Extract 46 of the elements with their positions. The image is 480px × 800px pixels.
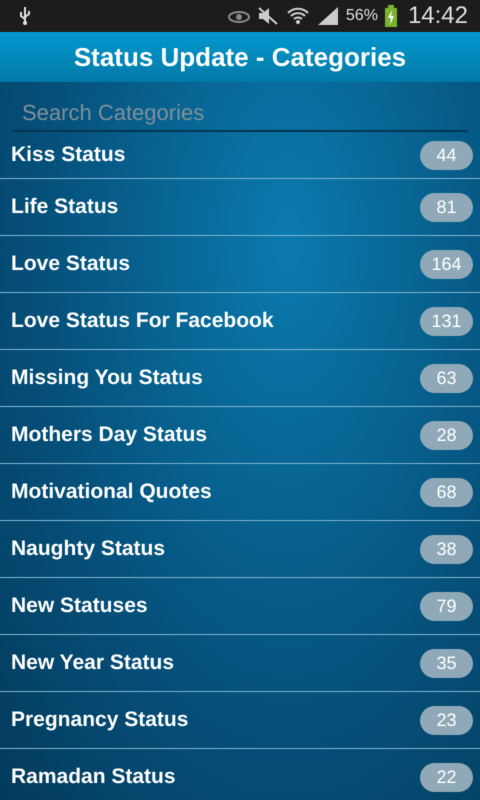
count-badge: 79: [420, 592, 473, 620]
count-badge: 63: [420, 364, 473, 392]
battery-percent: 56%: [346, 7, 378, 25]
category-item[interactable]: New Statuses 79: [0, 578, 480, 635]
category-item[interactable]: Love Status 164: [0, 236, 480, 293]
category-name: Missing You Status: [11, 366, 203, 390]
count-badge: 164: [420, 250, 473, 278]
battery-charging-icon: [384, 5, 397, 27]
category-name: Motivational Quotes: [11, 480, 212, 504]
category-item[interactable]: Ramadan Status 22: [0, 749, 480, 800]
count-badge: 81: [420, 192, 473, 222]
category-name: Love Status: [11, 252, 130, 276]
category-name: Kiss Status: [11, 143, 126, 167]
category-name: Mothers Day Status: [11, 423, 208, 447]
usb-icon: [18, 6, 32, 26]
count-badge: 28: [420, 420, 473, 450]
count-badge: 23: [420, 706, 473, 734]
category-name: New Year Status: [11, 651, 174, 675]
count-badge: 22: [420, 762, 473, 792]
category-item[interactable]: Missing You Status 63: [0, 350, 480, 407]
category-name: Love Status For Facebook: [11, 309, 274, 333]
count-badge: 68: [420, 478, 473, 506]
app-title: Status Update - Categories: [74, 42, 406, 72]
category-item[interactable]: Motivational Quotes 68: [0, 464, 480, 521]
category-item[interactable]: Kiss Status 44: [0, 136, 480, 179]
count-badge: 35: [420, 648, 473, 678]
category-item[interactable]: Love Status For Facebook 131: [0, 293, 480, 350]
category-item[interactable]: Pregnancy Status 23: [0, 692, 480, 749]
category-name: Ramadan Status: [11, 765, 176, 789]
category-item[interactable]: Mothers Day Status 28: [0, 407, 480, 464]
category-item[interactable]: Naughty Status 38: [0, 521, 480, 578]
category-name: Life Status: [11, 195, 118, 219]
category-name: New Statuses: [11, 594, 148, 618]
category-name: Naughty Status: [11, 537, 166, 561]
mute-icon: [256, 6, 279, 26]
count-badge: 44: [420, 140, 473, 170]
wifi-icon: [286, 6, 310, 26]
signal-icon: [316, 6, 339, 26]
category-item[interactable]: Life Status 81: [0, 179, 480, 236]
clock-time: 14:42: [408, 2, 468, 30]
category-item[interactable]: New Year Status 35: [0, 635, 480, 692]
category-name: Pregnancy Status: [11, 708, 188, 732]
search-field[interactable]: Search Categories: [12, 96, 468, 132]
count-badge: 38: [420, 534, 473, 564]
eye-icon: [228, 9, 250, 23]
count-badge: 131: [420, 306, 473, 336]
